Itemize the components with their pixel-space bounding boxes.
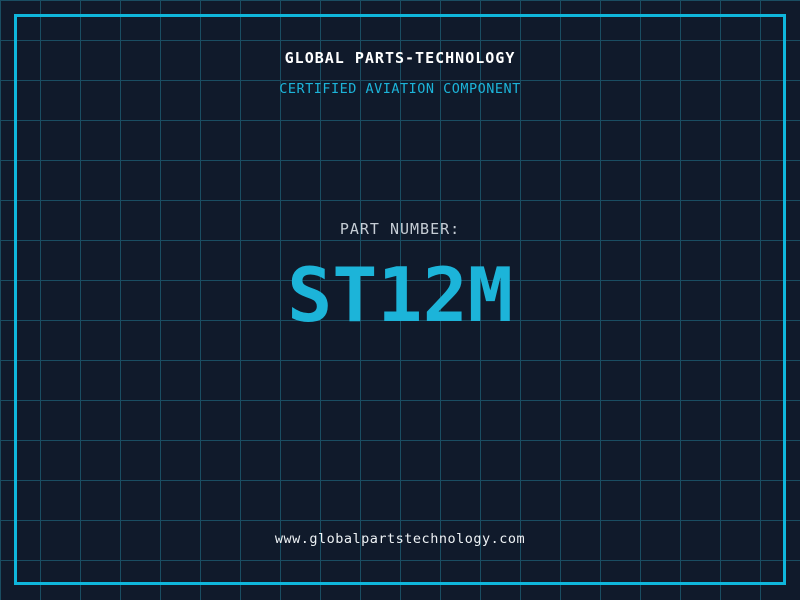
website-url: www.globalpartstechnology.com	[274, 531, 526, 547]
certification-subtitle: CERTIFIED AVIATION COMPONENT	[279, 81, 521, 97]
part-number-label: PART NUMBER:	[339, 220, 461, 238]
grid-background: { "page": { "title": "GLOBAL PARTS-TECHN…	[0, 0, 800, 600]
part-number-value: ST12M	[287, 251, 513, 339]
company-title: GLOBAL PARTS-TECHNOLOGY	[284, 49, 516, 67]
